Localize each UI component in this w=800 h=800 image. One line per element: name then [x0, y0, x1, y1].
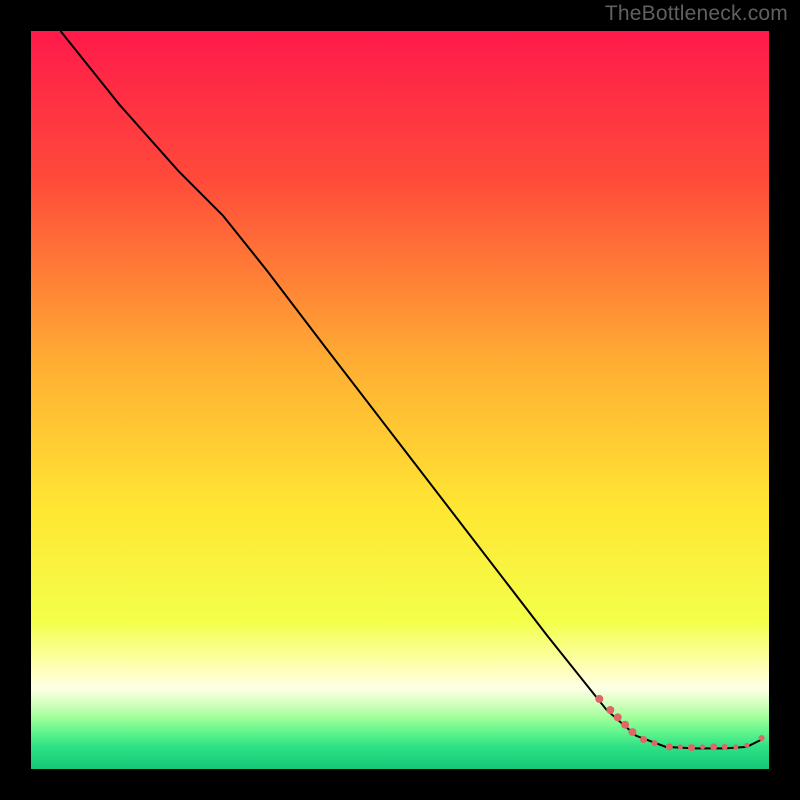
scatter-point: [640, 736, 647, 743]
scatter-point: [733, 744, 738, 749]
plot-svg: [31, 31, 769, 769]
gradient-rect: [31, 31, 769, 769]
scatter-point: [628, 728, 636, 736]
scatter-point: [606, 706, 614, 714]
scatter-point: [700, 744, 705, 749]
scatter-point: [614, 713, 622, 721]
watermark-text: TheBottleneck.com: [605, 2, 788, 26]
scatter-point: [710, 743, 717, 750]
chart-frame: TheBottleneck.com: [0, 0, 800, 800]
scatter-point: [759, 735, 765, 741]
scatter-point: [722, 744, 728, 750]
scatter-point: [666, 743, 673, 750]
scatter-point: [652, 740, 658, 746]
scatter-point: [621, 721, 629, 729]
scatter-point: [688, 744, 695, 751]
scatter-point: [595, 695, 603, 703]
plot-area: [31, 31, 769, 769]
scatter-point: [678, 744, 683, 749]
scatter-point: [744, 743, 749, 748]
